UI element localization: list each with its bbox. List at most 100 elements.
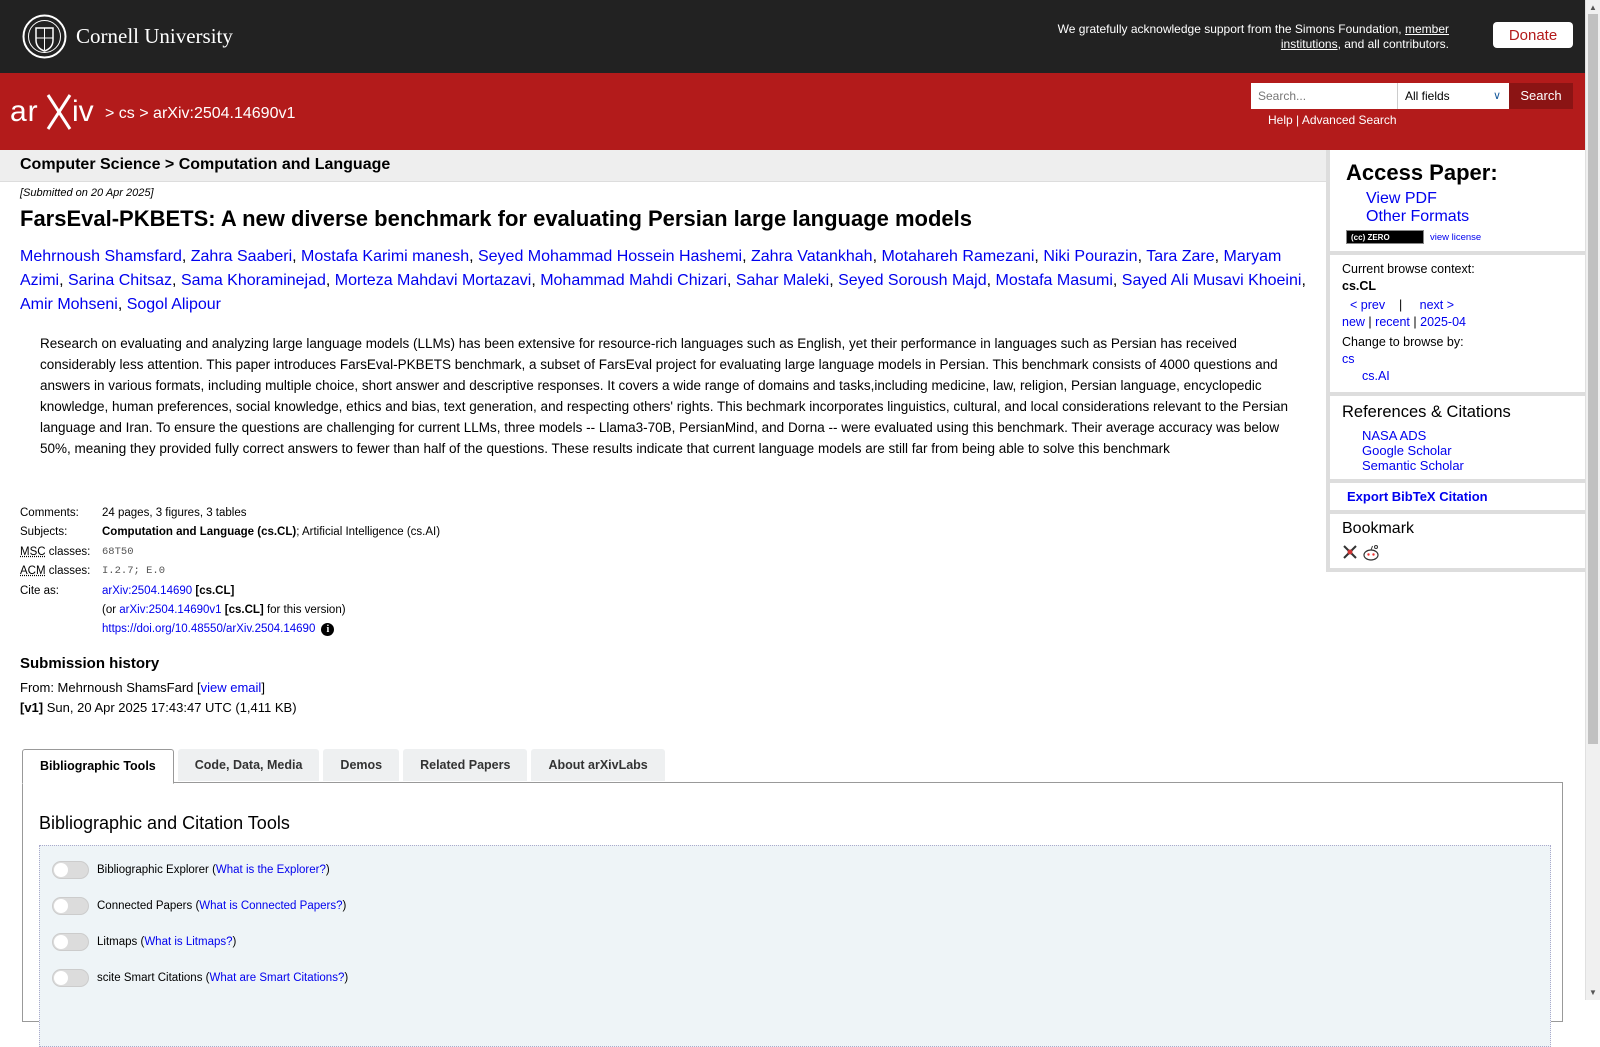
bibsonomy-icon[interactable] [1342, 544, 1358, 560]
doi-link[interactable]: https://doi.org/10.48550/arXiv.2504.1469… [102, 623, 315, 635]
prev-link[interactable]: < prev [1350, 298, 1385, 312]
author-link[interactable]: Seyed Soroush Majd [838, 272, 987, 289]
cite-link[interactable]: arXiv:2504.14690 [102, 585, 192, 597]
submission-history: From: Mehrnoush ShamsFard [view email] [… [20, 678, 297, 718]
author-link[interactable]: Seyed Mohammad Hossein Hashemi [478, 248, 742, 265]
search-button[interactable]: Search [1509, 83, 1573, 109]
tab-code-data-media[interactable]: Code, Data, Media [178, 749, 320, 781]
scroll-thumb[interactable] [1588, 14, 1598, 744]
author-link[interactable]: Sogol Alipour [127, 296, 221, 313]
info-icon[interactable]: i [321, 623, 334, 636]
tools-box: Bibliographic Explorer (What is the Expl… [39, 845, 1551, 1047]
primary-subject: Computation and Language (cs.CL) [102, 526, 296, 538]
sidebar: Access Paper: View PDF Other Formats (cc… [1326, 150, 1585, 572]
browse-context-box: Current browse context: cs.CL < prev | n… [1326, 255, 1585, 396]
author-link[interactable]: Amir Mohseni [20, 296, 118, 313]
access-paper-box: Access Paper: View PDF Other Formats (cc… [1326, 150, 1585, 255]
labs-tabs: Bibliographic Tools Code, Data, Media De… [22, 749, 669, 784]
bookmark-title: Bookmark [1342, 514, 1585, 538]
view-license-link[interactable]: view license [1430, 232, 1481, 243]
author-link[interactable]: Mohammad Mahdi Chizari [540, 272, 727, 289]
recent-link[interactable]: recent [1375, 315, 1410, 329]
cite-version-link[interactable]: arXiv:2504.14690v1 [119, 604, 221, 616]
advanced-search-link[interactable]: Advanced Search [1302, 113, 1397, 127]
arxiv-logo[interactable]: ar iv [10, 91, 102, 136]
month-link[interactable]: 2025-04 [1420, 315, 1466, 329]
acm-value: I.2.7; E.0 [102, 565, 165, 577]
tool-row-connected-papers: Connected Papers (What is Connected Pape… [52, 897, 346, 915]
export-bibtex-link[interactable]: Export BibTeX Citation [1342, 483, 1585, 510]
svg-text:ar: ar [10, 95, 39, 128]
breadcrumb-cs[interactable]: cs [119, 105, 135, 122]
search-input[interactable]: Search... [1251, 83, 1397, 109]
scite-help-link[interactable]: What are Smart Citations? [209, 972, 344, 984]
help-link[interactable]: Help [1268, 113, 1293, 127]
cc-zero-badge[interactable]: (cc) ZERO [1346, 230, 1424, 244]
author-link[interactable]: Zahra Vatankhah [751, 248, 873, 265]
support-text: We gratefully acknowledge support from t… [1029, 22, 1449, 52]
author-link[interactable]: Mostafa Karimi manesh [301, 248, 469, 265]
scite-toggle[interactable] [52, 969, 89, 987]
connected-papers-help-link[interactable]: What is Connected Papers? [199, 900, 342, 912]
reddit-icon[interactable] [1362, 544, 1380, 562]
tab-bibliographic-tools[interactable]: Bibliographic Tools [22, 749, 174, 784]
cornell-banner: Cornell University We gratefully acknowl… [0, 0, 1585, 73]
donate-button[interactable]: Donate [1493, 22, 1573, 48]
author-link[interactable]: Niki Pourazin [1043, 248, 1137, 265]
other-formats-link[interactable]: Other Formats [1366, 208, 1585, 226]
tab-related-papers[interactable]: Related Papers [403, 749, 527, 781]
author-link[interactable]: Sarina Chitsaz [68, 272, 172, 289]
browse-context: cs.CL [1342, 279, 1376, 293]
comments-value: 24 pages, 3 figures, 3 tables [102, 507, 247, 519]
breadcrumb: > cs > arXiv:2504.14690v1 [105, 105, 295, 123]
page-scrollbar[interactable]: ▲ ▼ [1585, 0, 1600, 1000]
browse-csai-link[interactable]: cs.AI [1342, 368, 1585, 385]
search-field-select[interactable]: All fields ∨ [1397, 83, 1509, 109]
tab-demos[interactable]: Demos [323, 749, 399, 781]
acm-row: ACM classes: I.2.7; E.0 [20, 562, 440, 582]
connected-papers-toggle[interactable] [52, 897, 89, 915]
litmaps-toggle[interactable] [52, 933, 89, 951]
arxiv-logo-icon: ar iv [10, 91, 102, 131]
author-link[interactable]: Tara Zare [1146, 248, 1214, 265]
subjects-row: Subjects: Computation and Language (cs.C… [20, 523, 440, 543]
nasa-ads-link[interactable]: NASA ADS [1362, 428, 1585, 443]
view-pdf-link[interactable]: View PDF [1366, 190, 1585, 208]
author-link[interactable]: Morteza Mahdavi Mortazavi [335, 272, 532, 289]
next-link[interactable]: next > [1420, 298, 1454, 312]
msc-row: MSC classes: 68T50 [20, 542, 440, 562]
submission-history-title: Submission history [20, 655, 159, 672]
cornell-logo[interactable]: Cornell University [22, 14, 233, 59]
author-link[interactable]: Motahareh Ramezani [881, 248, 1034, 265]
abstract: Research on evaluating and analyzing lar… [40, 333, 1300, 459]
tool-row-scite: scite Smart Citations (What are Smart Ci… [52, 969, 348, 987]
author-link[interactable]: Mehrnoush Shamsfard [20, 248, 182, 265]
google-scholar-link[interactable]: Google Scholar [1362, 443, 1585, 458]
chevron-down-icon: ∨ [1493, 83, 1501, 109]
author-link[interactable]: Zahra Saaberi [191, 248, 292, 265]
cornell-seal-icon [22, 14, 67, 59]
view-email-link[interactable]: view email [201, 680, 262, 695]
litmaps-help-link[interactable]: What is Litmaps? [144, 936, 232, 948]
tab-about-arxivlabs[interactable]: About arXivLabs [531, 749, 664, 781]
submission-date: [Submitted on 20 Apr 2025] [20, 187, 154, 199]
author-link[interactable]: Mostafa Masumi [996, 272, 1113, 289]
references-title: References & Citations [1342, 396, 1585, 422]
university-name: Cornell University [76, 24, 233, 49]
new-link[interactable]: new [1342, 315, 1365, 329]
author-link[interactable]: Sayed Ali Musavi Khoeini [1122, 272, 1302, 289]
semantic-scholar-link[interactable]: Semantic Scholar [1362, 458, 1585, 473]
version-label: [v1] [20, 700, 43, 715]
explorer-toggle[interactable] [52, 861, 89, 879]
scroll-down-icon[interactable]: ▼ [1589, 988, 1597, 997]
author-link[interactable]: Sama Khoraminejad [181, 272, 326, 289]
tab-panel: Bibliographic and Citation Tools Bibliog… [22, 782, 1563, 1022]
scroll-up-icon[interactable]: ▲ [1589, 3, 1597, 12]
browse-cs-link[interactable]: cs [1342, 351, 1585, 368]
msc-value: 68T50 [102, 546, 134, 558]
svg-text:iv: iv [72, 95, 94, 128]
explorer-help-link[interactable]: What is the Explorer? [216, 864, 326, 876]
access-paper-title: Access Paper: [1342, 150, 1585, 186]
bookmark-box: Bookmark [1326, 514, 1585, 572]
author-link[interactable]: Sahar Maleki [736, 272, 829, 289]
